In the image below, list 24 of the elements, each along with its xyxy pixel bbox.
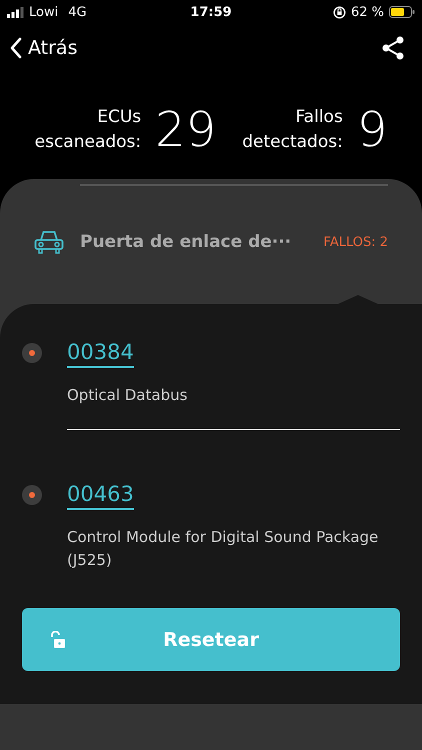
battery-percent: 62 % — [350, 4, 384, 20]
fault-count: FALLOS: 2 — [324, 234, 388, 250]
stat-label: Fallos detectados: — [242, 106, 343, 154]
stat-label: ECUs escaneados: — [34, 106, 142, 154]
battery-icon — [389, 6, 415, 18]
clock: 17:59 — [190, 4, 232, 20]
module-name: Puerta de enlace de··· — [80, 232, 292, 252]
chevron-icon — [10, 37, 22, 59]
stat-value: 9 — [356, 106, 388, 154]
fault-description: Optical Databus — [67, 385, 188, 406]
carrier-name: Lowi — [29, 4, 58, 20]
status-dot — [22, 485, 42, 505]
signal-icon — [7, 6, 24, 18]
back-button[interactable]: Atrás — [10, 37, 78, 59]
unlock-icon — [50, 631, 66, 649]
car-icon — [34, 228, 64, 256]
fault-description: Control Module for Digital Sound Package (J525) — [67, 527, 380, 571]
network-type: 4G — [68, 4, 87, 20]
status-dot — [22, 343, 42, 363]
share-icon[interactable] — [382, 36, 404, 60]
stat-value: 29 — [155, 106, 216, 154]
fault-code-link[interactable]: 00384 — [67, 340, 134, 368]
fault-code-link[interactable]: 00463 — [67, 482, 134, 510]
rotation-lock-icon — [332, 6, 346, 18]
